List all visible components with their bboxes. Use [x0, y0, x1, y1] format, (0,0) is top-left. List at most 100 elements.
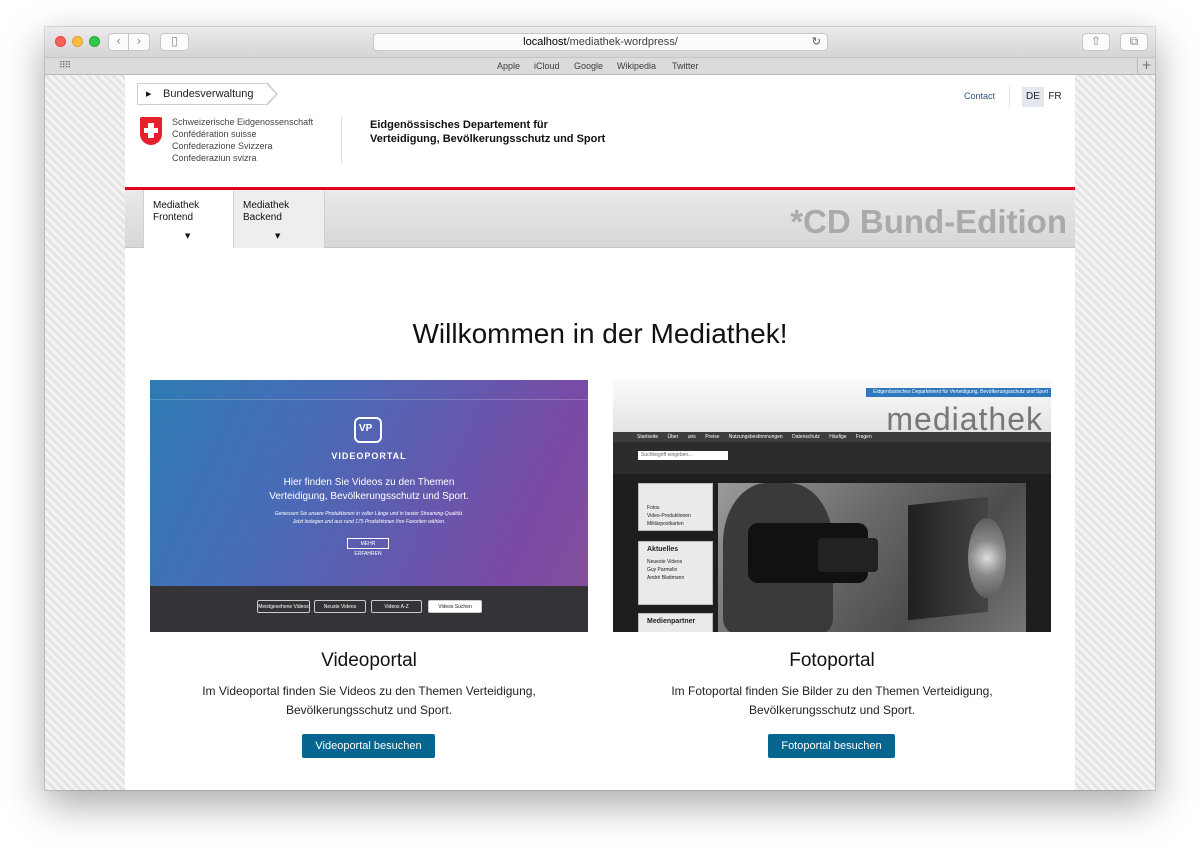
share-button[interactable]: ⇧ [1082, 33, 1110, 51]
web-viewport: ▶ Bundesverwaltung Schweizerische Eidgen… [45, 75, 1155, 790]
fotoportal-link-fotos: Fotos [647, 505, 660, 511]
fotoportal-nav-6: Häufige Fragen [829, 434, 872, 440]
fotoportal-nav-2: Über uns [667, 434, 696, 440]
page-title: Willkommen in der Mediathek! [412, 318, 788, 349]
fotoportal-nav-3: Preise [705, 434, 720, 440]
fotoportal-visit-button[interactable]: Fotoportal besuchen [768, 734, 895, 758]
fotoportal-aktuelles-title: Aktuelles [647, 546, 679, 553]
videoportal-pill-1: Meistgesehene Videos [257, 600, 310, 613]
sidebar-toggle-button[interactable]: ▯ [160, 33, 189, 51]
grid-icon[interactable]: ⠿⠿ [59, 61, 71, 71]
url-path: /mediathek-wordpress/ [566, 36, 678, 48]
fotoportal-news-1: Neueste Videos [647, 559, 683, 565]
camera-lens-shape [818, 538, 878, 572]
videoportal-preview-bar: Meistgesehene Videos Neuste Videos Video… [150, 586, 588, 632]
tab-overview-button[interactable]: ⧉ [1120, 33, 1148, 51]
minimize-window-button[interactable] [72, 36, 83, 47]
confederation-de: Schweizerische Eidgenossenschaft [172, 117, 314, 127]
sidebar-icon: ▯ [171, 34, 178, 48]
tab-backend-line-2: Backend [243, 212, 282, 223]
breadcrumb[interactable]: ▶ Bundesverwaltung [137, 83, 267, 105]
back-button[interactable]: ‹ [108, 33, 129, 51]
videoportal-heading: Videoportal [321, 650, 417, 671]
tab-backend-line-1: Mediathek [243, 200, 290, 211]
confederation-it: Confederazione Svizzera [172, 141, 273, 151]
fotoportal-description-line-2: Bevölkerungsschutz und Sport. [748, 703, 916, 717]
favorite-icloud[interactable]: iCloud [534, 61, 560, 71]
swiss-flag-icon [140, 117, 162, 145]
fotoportal-heading: Fotoportal [789, 650, 875, 671]
favorite-apple[interactable]: Apple [497, 61, 520, 71]
fotoportal-news-3: André Blattmann [647, 575, 685, 581]
fotoportal-search-field: Suchbegriff eingeben... [638, 451, 728, 460]
fotoportal-preview-image[interactable]: Eidgenössisches Departement für Verteidi… [613, 380, 1051, 632]
confederation-names: Schweizerische Eidgenossenschaft Confédé… [172, 116, 332, 164]
videoportal-description-line-2: Bevölkerungsschutz und Sport. [285, 703, 453, 717]
fotoportal-news-2: Guy Parmelin [647, 567, 678, 573]
screenshot-stage: ‹ › ▯ localhost/mediathek-wordpress/ ↻ ⇧… [0, 0, 1200, 855]
department-line-2: Verteidigung, Bevölkerungsschutz und Spo… [370, 133, 606, 145]
language-divider [1009, 87, 1010, 107]
fotoportal-medienpartner-title: Medienpartner [647, 618, 696, 625]
favorite-google[interactable]: Google [574, 61, 603, 71]
videoportal-pill-4: Videos Suchen [428, 600, 482, 613]
fotoportal-nav-1: Startseite [637, 434, 659, 440]
confederation-rm: Confederaziun svizra [172, 153, 257, 163]
videoportal-subtext-1: Geniessen Sie unsere Produktionen in vol… [274, 511, 464, 517]
breadcrumb-arrow-fill [266, 84, 276, 104]
fotoportal-search-bar: Suchbegriff eingeben... [613, 442, 1051, 474]
fotoportal-description: Im Fotoportal finden Sie Bilder zu den T… [613, 682, 1051, 720]
fotoportal-nav-5: Datenschutz [792, 434, 820, 440]
videoportal-headline-2: Verteidigung, Bevölkerungsschutz und Spo… [269, 491, 469, 502]
triangle-right-icon: ▶ [146, 90, 152, 98]
chevron-right-icon: › [136, 34, 142, 48]
close-window-button[interactable] [55, 36, 66, 47]
favorite-wikipedia[interactable]: Wikipedia [617, 61, 656, 71]
add-tab-icon[interactable]: + [1137, 58, 1155, 75]
contact-link[interactable]: Contact [964, 91, 995, 101]
chevron-left-icon: ‹ [116, 34, 121, 48]
videoportal-preview-image[interactable]: VIDEOPORTAL Hier finden Sie Videos zu de… [150, 380, 588, 632]
fotoportal-hero-photo [718, 483, 1026, 632]
tab-mediathek-frontend[interactable]: Mediathek Frontend ▼ [143, 190, 234, 248]
videoportal-preview-header [150, 380, 588, 400]
forward-button[interactable]: › [129, 33, 150, 51]
videoportal-description-line-1: Im Videoportal finden Sie Videos zu den … [202, 684, 536, 698]
fotoportal-banner: Eidgenössisches Departement für Verteidi… [866, 388, 1051, 397]
reload-icon[interactable]: ↻ [812, 34, 821, 50]
tab-frontend-line-1: Mediathek [153, 200, 200, 211]
videoportal-pill-3: Videos A-Z [371, 600, 422, 613]
edition-label: *CD Bund-Edition [790, 203, 1067, 240]
fotoportal-description-line-1: Im Fotoportal finden Sie Bilder zu den T… [671, 684, 993, 698]
videoportal-visit-button[interactable]: Videoportal besuchen [302, 734, 435, 758]
language-fr[interactable]: FR [1044, 87, 1066, 107]
zoom-window-button[interactable] [89, 36, 100, 47]
language-de[interactable]: DE [1022, 87, 1044, 107]
fotoportal-link-videos: Video-Produktionen [647, 513, 691, 519]
fotoportal-box-3: Medienpartner [638, 613, 713, 632]
videoportal-pill-2: Neuste Videos [314, 600, 366, 613]
videoportal-description: Im Videoportal finden Sie Videos zu den … [150, 682, 588, 720]
caret-down-icon: ▼ [185, 232, 191, 240]
videoportal-more-button: MEHR ERFAHREN [347, 538, 389, 557]
main-navigation: Mediathek Frontend ▼ Mediathek Backend ▼… [125, 190, 1075, 248]
address-bar[interactable]: localhost/mediathek-wordpress/ ↻ [373, 33, 828, 51]
videoportal-subtext-2: Jetzt loslegen und aus rund 175 Produkti… [292, 519, 446, 525]
tab-frontend-line-2: Frontend [153, 212, 194, 223]
videoportal-logo-icon [354, 417, 382, 443]
fotoportal-nav: Startseite Über uns Preise Nutzungsbesti… [613, 432, 1051, 442]
department-line-1: Eidgenössisches Departement für [370, 119, 548, 131]
fotoportal-box-2: Aktuelles Neueste Videos Guy Parmelin An… [638, 541, 713, 605]
tabs-icon: ⧉ [1129, 34, 1139, 48]
caret-down-icon: ▼ [275, 232, 281, 240]
confederation-fr: Confédération suisse [172, 129, 257, 139]
breadcrumb-label: Bundesverwaltung [163, 88, 254, 100]
browser-window: ‹ › ▯ localhost/mediathek-wordpress/ ↻ ⇧… [45, 27, 1155, 790]
fotoportal-link-postkarten: Militärpostkarten [647, 521, 684, 527]
web-page: ▶ Bundesverwaltung Schweizerische Eidgen… [125, 75, 1075, 790]
favorites-bar: ⠿⠿ Apple iCloud Google Wikipedia Twitter… [45, 57, 1155, 75]
favorite-twitter[interactable]: Twitter [672, 61, 699, 71]
fotoportal-preview-header: Eidgenössisches Departement für Verteidi… [613, 380, 1051, 437]
tab-mediathek-backend[interactable]: Mediathek Backend ▼ [234, 190, 325, 248]
department-name: Eidgenössisches Departement für Verteidi… [370, 118, 650, 146]
